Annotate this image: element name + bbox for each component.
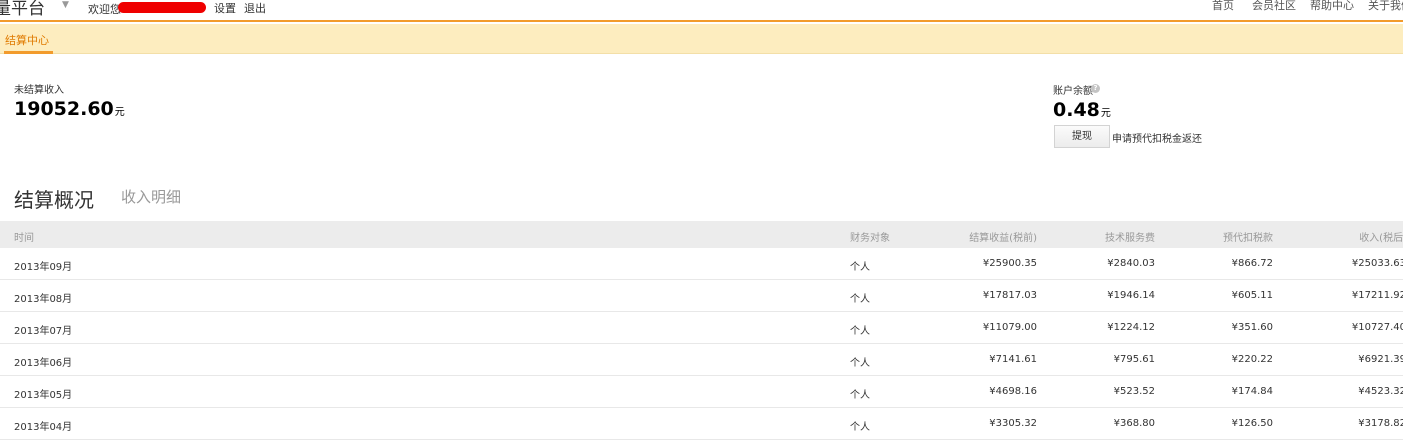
unsettled-income-label: 未结算收入 (14, 85, 64, 96)
logout-link[interactable]: 退出 (244, 0, 266, 16)
cell-aftertax-income: ¥17211.92 (1351, 290, 1403, 301)
sub-nav-bar: 结算中心 (0, 24, 1403, 54)
top-header: 量平台 ▼ 欢迎您 设置 退出 首页 会员社区 帮助中心 关于我们 (0, 0, 1403, 22)
cell-finance-target: 个人 (850, 422, 870, 433)
tab-income-details[interactable]: 收入明细 (121, 186, 181, 207)
currency-unit: 元 (1100, 108, 1111, 119)
account-balance-label: 账户余额 (1053, 86, 1093, 97)
withdraw-button[interactable]: 提现 (1054, 125, 1110, 148)
cell-aftertax-income: ¥25033.63 (1351, 258, 1403, 269)
nav-community[interactable]: 会员社区 (1252, 0, 1296, 13)
col-time: 时间 (14, 233, 34, 244)
nav-home[interactable]: 首页 (1212, 0, 1234, 13)
cell-finance-target: 个人 (850, 326, 870, 337)
cell-time: 2013年04月 (14, 422, 73, 433)
cell-withheld-tax: ¥174.84 (1231, 386, 1273, 397)
col-finance-target: 财务对象 (850, 233, 890, 244)
col-aftertax-income: 收入(税后) (1359, 233, 1403, 244)
cell-withheld-tax: ¥605.11 (1231, 290, 1273, 301)
cell-service-fee: ¥2840.03 (1107, 258, 1155, 269)
cell-service-fee: ¥795.61 (1113, 354, 1155, 365)
cell-service-fee: ¥1946.14 (1107, 290, 1155, 301)
cell-time: 2013年07月 (14, 326, 73, 337)
cell-withheld-tax: ¥351.60 (1231, 322, 1273, 333)
cell-aftertax-income: ¥4523.32 (1358, 386, 1403, 397)
cell-pretax-income: ¥3305.32 (989, 418, 1037, 429)
table-row: 2013年04月 个人 ¥3305.32 ¥368.80 ¥126.50 ¥3178.82 (0, 408, 1403, 440)
cell-pretax-income: ¥4698.16 (989, 386, 1037, 397)
settings-link[interactable]: 设置 (214, 0, 236, 16)
currency-unit: 元 (114, 107, 125, 118)
tax-refund-link[interactable]: 申请预代扣税金返还 (1112, 130, 1202, 145)
cell-aftertax-income: ¥3178.82 (1358, 418, 1403, 429)
col-pretax-income: 结算收益(税前) (969, 233, 1037, 244)
cell-time: 2013年05月 (14, 390, 73, 401)
cell-withheld-tax: ¥220.22 (1231, 354, 1273, 365)
cell-time: 2013年06月 (14, 358, 73, 369)
nav-about[interactable]: 关于我们 (1368, 0, 1403, 13)
cell-withheld-tax: ¥866.72 (1231, 258, 1273, 269)
cell-finance-target: 个人 (850, 294, 870, 305)
site-logo[interactable]: 量平台 (0, 0, 45, 19)
cell-service-fee: ¥523.52 (1113, 386, 1155, 397)
cell-time: 2013年09月 (14, 262, 73, 273)
unsettled-income-value: 19052.60元 (14, 98, 125, 120)
cell-pretax-income: ¥17817.03 (982, 290, 1037, 301)
table-row: 2013年08月 个人 ¥17817.03 ¥1946.14 ¥605.11 ¥17211… (0, 280, 1403, 312)
active-tab-indicator (4, 51, 53, 54)
cell-aftertax-income: ¥10727.40 (1351, 322, 1403, 333)
table-row: 2013年09月 个人 ¥25900.35 ¥2840.03 ¥866.72 ¥25033… (0, 248, 1403, 280)
redacted-username (118, 2, 206, 13)
cell-finance-target: 个人 (850, 262, 870, 273)
cell-service-fee: ¥1224.12 (1107, 322, 1155, 333)
cell-finance-target: 个人 (850, 358, 870, 369)
help-icon[interactable]: ? (1091, 84, 1100, 93)
col-withheld-tax: 预代扣税款 (1223, 233, 1273, 244)
cell-pretax-income: ¥11079.00 (982, 322, 1037, 333)
cell-service-fee: ¥368.80 (1113, 418, 1155, 429)
table-row: 2013年07月 个人 ¥11079.00 ¥1224.12 ¥351.60 ¥10727… (0, 312, 1403, 344)
table-row: 2013年05月 个人 ¥4698.16 ¥523.52 ¥174.84 ¥4523.32 (0, 376, 1403, 408)
table-header: 时间 财务对象 结算收益(税前) 技术服务费 预代扣税款 收入(税后) (0, 221, 1403, 248)
cell-aftertax-income: ¥6921.39 (1358, 354, 1403, 365)
cell-time: 2013年08月 (14, 294, 73, 305)
tab-settlement-overview[interactable]: 结算概况 (14, 184, 94, 213)
col-service-fee: 技术服务费 (1105, 233, 1155, 244)
account-balance-value: 0.48元 (1053, 99, 1111, 121)
nav-help[interactable]: 帮助中心 (1310, 0, 1354, 13)
unsettled-income-amount: 19052.60 (14, 98, 114, 120)
welcome-text: 欢迎您 (88, 3, 121, 16)
cell-finance-target: 个人 (850, 390, 870, 401)
cell-pretax-income: ¥25900.35 (982, 258, 1037, 269)
table-row: 2013年06月 个人 ¥7141.61 ¥795.61 ¥220.22 ¥6921.39 (0, 344, 1403, 376)
cell-pretax-income: ¥7141.61 (989, 354, 1037, 365)
cell-withheld-tax: ¥126.50 (1231, 418, 1273, 429)
account-balance-amount: 0.48 (1053, 99, 1100, 121)
chevron-down-icon[interactable]: ▼ (62, 0, 69, 10)
tab-settlement-center[interactable]: 结算中心 (5, 32, 49, 48)
